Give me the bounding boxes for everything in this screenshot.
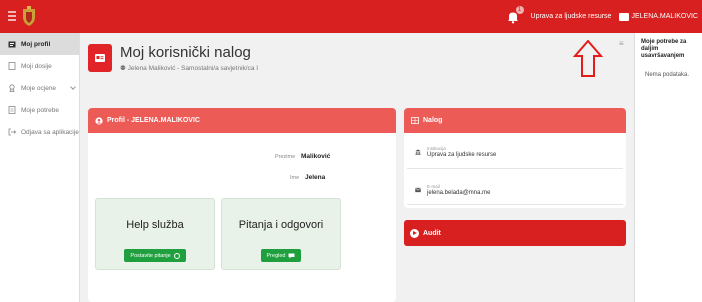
audit-card[interactable]: Audit bbox=[404, 220, 626, 246]
sidebar-item-moji-dosije[interactable]: Moji dosije bbox=[0, 55, 79, 77]
folder-icon bbox=[8, 62, 16, 70]
chat-bubble-icon bbox=[288, 253, 295, 258]
right-panel: ≡ Moje potrebe za daljim usavršavanjem N… bbox=[619, 33, 702, 302]
email-label: E-mail bbox=[427, 183, 440, 189]
institution-row: Institucija Uprava za ljudske resurse bbox=[407, 135, 623, 169]
email-row: E-mail jelena.belada@mna.me bbox=[407, 175, 623, 205]
faq-tile: Pitanja i odgovori Pregled bbox=[221, 198, 341, 270]
sidebar-item-odjava[interactable]: Odjava sa aplikacije bbox=[0, 121, 79, 143]
coat-of-arms-logo[interactable] bbox=[20, 5, 38, 27]
profile-card-header: Profil - JELENA.MALIKOVIC bbox=[88, 108, 396, 133]
sidebar-item-label: Moje potrebe bbox=[21, 106, 59, 114]
sidebar: Moj profil Moji dosije Moje ocjene Moje … bbox=[0, 33, 80, 302]
notification-badge: 1 bbox=[515, 5, 524, 14]
id-card-icon bbox=[8, 40, 16, 48]
name-row: Ime Jelena bbox=[290, 174, 325, 181]
envelope-icon bbox=[415, 187, 421, 192]
page-title: Moj korisnički nalog bbox=[120, 43, 251, 61]
faq-view-button[interactable]: Pregled bbox=[260, 249, 302, 262]
name-value: Jelena bbox=[304, 174, 326, 181]
notification-bell[interactable]: 1 bbox=[506, 5, 524, 24]
sidebar-item-moje-ocjene[interactable]: Moje ocjene bbox=[0, 77, 79, 99]
sidebar-item-moje-potrebe[interactable]: Moje potrebe bbox=[0, 99, 79, 121]
play-circle-icon bbox=[410, 228, 419, 238]
logout-icon bbox=[8, 128, 16, 136]
account-card-title: Nalog bbox=[423, 117, 443, 124]
surname-value: Maliković bbox=[300, 153, 331, 160]
institution-label: Institucija bbox=[427, 145, 446, 151]
faq-tile-title: Pitanja i odgovori bbox=[238, 219, 324, 231]
badge-icon bbox=[8, 84, 16, 92]
ask-question-label: Postavite pitanje bbox=[130, 252, 171, 259]
surname-label: Prezime bbox=[275, 154, 296, 160]
page-subtitle-text: Jelena Maliković - Samostalni/a savjetni… bbox=[127, 64, 259, 72]
question-circle-icon bbox=[173, 252, 180, 259]
user-circle-icon bbox=[95, 116, 103, 125]
up-arrow-annotation bbox=[573, 40, 603, 77]
chevron-down-icon bbox=[70, 84, 76, 90]
page-subtitle: ⚉ Jelena Maliković - Samostalni/a savjet… bbox=[120, 64, 258, 72]
faq-view-label: Pregled bbox=[266, 252, 286, 259]
right-panel-title: Moje potrebe za daljim usavršavanjem bbox=[641, 39, 687, 59]
institution-link[interactable]: Uprava za ljudske resurse bbox=[531, 13, 612, 20]
help-tile: Help služba Postavite pitanje bbox=[95, 198, 215, 270]
user-card-icon bbox=[619, 12, 630, 21]
right-panel-empty: Nema podataka. bbox=[645, 72, 690, 78]
sidebar-item-moj-profil[interactable]: Moj profil bbox=[0, 33, 79, 55]
user-name: JELENA.MALIKOVIC bbox=[631, 13, 698, 20]
account-card-header: Nalog bbox=[404, 108, 626, 133]
sidebar-item-label: Moj profil bbox=[21, 40, 51, 48]
profile-card-title: Profil - JELENA.MALIKOVIC bbox=[107, 117, 200, 124]
bank-icon bbox=[415, 148, 421, 155]
page-header: Moj korisnički nalog ⚉ Jelena Maliković … bbox=[88, 40, 258, 76]
table-icon bbox=[411, 117, 419, 124]
email-value: jelena.belada@mna.me bbox=[427, 189, 491, 196]
institution-value: Uprava za ljudske resurse bbox=[427, 151, 497, 158]
sidebar-item-label: Moji dosije bbox=[21, 62, 52, 70]
surname-row: Prezime Maliković bbox=[275, 153, 330, 160]
ask-question-button[interactable]: Postavite pitanje bbox=[124, 249, 186, 262]
profile-card: Profil - JELENA.MALIKOVIC Prezime Maliko… bbox=[88, 108, 396, 302]
sidebar-item-label: Moje ocjene bbox=[21, 84, 57, 92]
user-icon: ⚉ bbox=[120, 64, 126, 72]
help-tile-title: Help služba bbox=[126, 219, 184, 231]
audit-title: Audit bbox=[423, 229, 441, 237]
account-card: Nalog Institucija Uprava za ljudske resu… bbox=[404, 108, 626, 208]
document-icon bbox=[8, 106, 16, 114]
panel-toggle-icon[interactable]: ≡ bbox=[619, 39, 629, 49]
user-menu[interactable]: JELENA.MALIKOVIC bbox=[619, 12, 698, 21]
top-bar: 1 Uprava za ljudske resurse JELENA.MALIK… bbox=[0, 0, 702, 33]
account-card-icon bbox=[88, 44, 112, 72]
menu-icon[interactable] bbox=[8, 11, 16, 21]
sidebar-item-label: Odjava sa aplikacije bbox=[21, 128, 79, 136]
name-label: Ime bbox=[290, 175, 300, 181]
